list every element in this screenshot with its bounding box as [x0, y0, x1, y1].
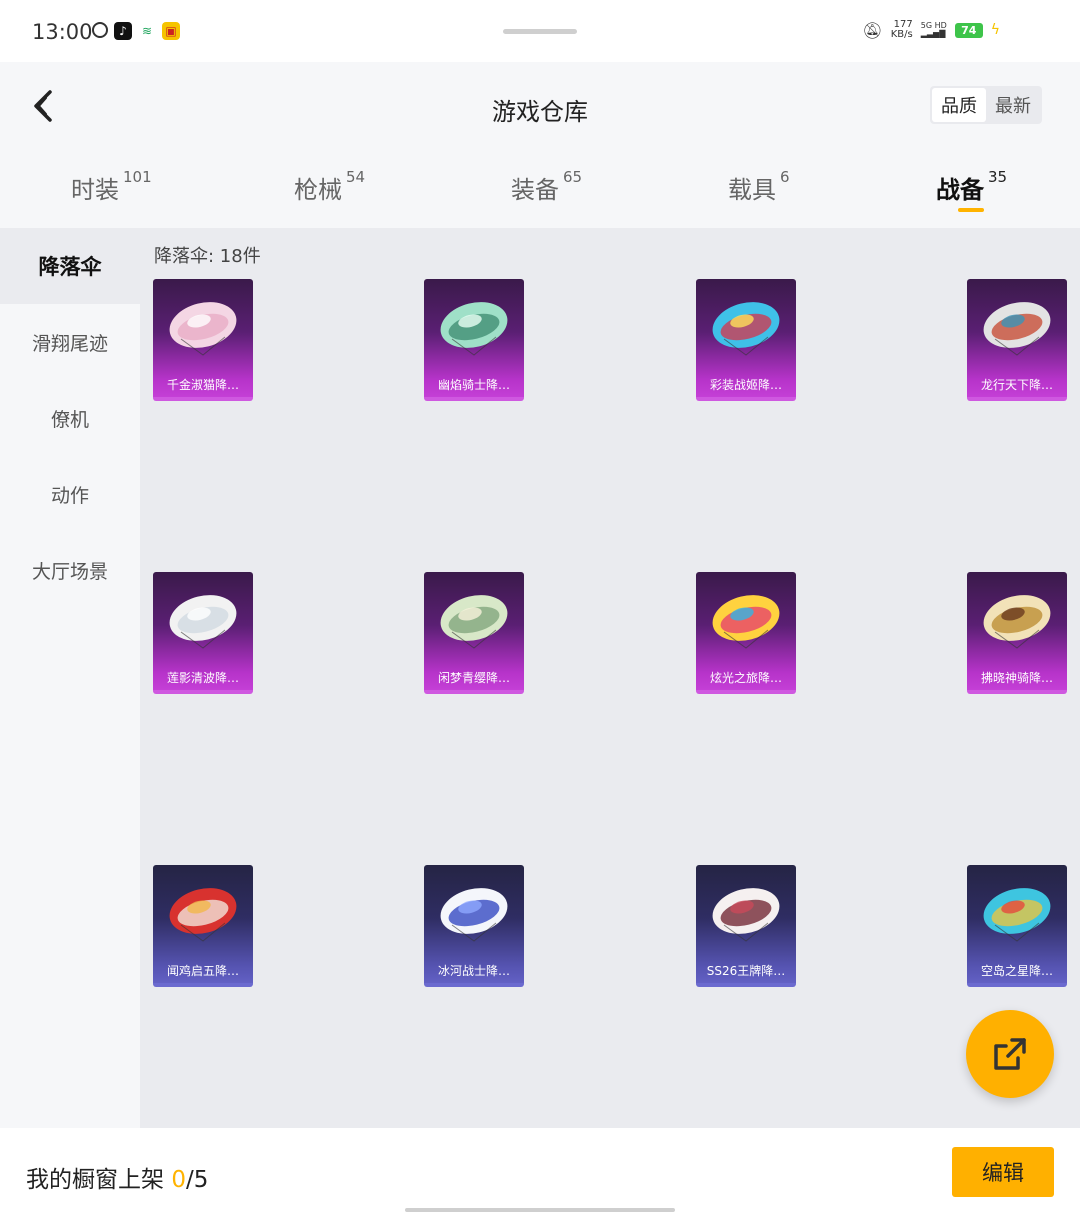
parachute-card-name: 拂晓神骑降… [980, 671, 1053, 685]
showcase-max-count: 5 [193, 1167, 209, 1193]
parachute-card-name: 空岛之星降… [980, 964, 1053, 978]
external-link-icon [994, 1038, 1026, 1070]
parachute-thumbnail [712, 595, 780, 649]
parachute-thumbnail [712, 888, 780, 942]
showcase-current-count: 0 [171, 1167, 186, 1193]
app-header: 游戏仓库 品质 最新 [0, 62, 1080, 152]
parachute-thumbnail [169, 595, 237, 649]
parachute-card[interactable]: 拂晓神骑降… [967, 572, 1067, 694]
parachute-card[interactable]: 闲梦青缨降… [424, 572, 524, 694]
parachute-card[interactable]: 闻鸡启五降… [153, 865, 253, 987]
sort-toggle: 品质 最新 [930, 86, 1042, 124]
parachute-thumbnail [440, 595, 508, 649]
share-button[interactable] [966, 1010, 1054, 1098]
active-tab-indicator [958, 208, 984, 212]
sidebar: 降落伞 滑翔尾迹 僚机 动作 大厅场景 [0, 228, 140, 1128]
wave-icon: ≋ [141, 24, 153, 38]
item-grid: 降落伞: 18件 千金淑猫降… 幽焰骑士降… 彩装战姬降… 龙行天下降… 莲影清波降… 闲… [140, 228, 1080, 1128]
home-indicator [405, 1208, 675, 1212]
signal-icon: 5G HD ▂▃▅▇ [920, 21, 947, 38]
status-right: 🔕︎ 177 KB/s 5G HD ▂▃▅▇ 74 ϟ [862, 20, 1000, 40]
parachute-card-name: 炫光之旅降… [709, 671, 782, 685]
parachute-thumbnail [169, 888, 237, 942]
edit-button[interactable]: 编辑 [952, 1147, 1054, 1197]
tiktok-icon: ♪ [114, 22, 132, 40]
tab-war-prep[interactable]: 战备 35 [936, 168, 1007, 205]
tab-fashion[interactable]: 时装 101 [71, 168, 152, 205]
parachute-card[interactable]: 炫光之旅降… [696, 572, 796, 694]
category-tabs: 时装 101 枪械 54 装备 65 载具 6 战备 35 [0, 152, 1080, 228]
parachute-thumbnail [983, 888, 1051, 942]
sidebar-item-lobby-scene[interactable]: 大厅场景 [0, 532, 140, 608]
app-notification-icon [92, 22, 108, 38]
net-speed: 177 KB/s [890, 19, 913, 40]
sidebar-item-emote[interactable]: 动作 [0, 456, 140, 532]
status-bar: 13:00 ♪ ≋ ▣ 🔕︎ 177 KB/s 5G HD ▂▃▅▇ 74 ϟ [0, 0, 1080, 62]
bottom-bar: 我的橱窗上架 0/5 编辑 [0, 1128, 1080, 1217]
parachute-card[interactable]: 龙行天下降… [967, 279, 1067, 401]
parachute-thumbnail [440, 888, 508, 942]
parachute-card-name: SS26王牌降… [706, 964, 786, 978]
parachute-card[interactable]: SS26王牌降… [696, 865, 796, 987]
parachute-card[interactable]: 幽焰骑士降… [424, 279, 524, 401]
status-time: 13:00 [32, 20, 93, 44]
parachute-card[interactable]: 彩装战姬降… [696, 279, 796, 401]
sort-quality-button[interactable]: 品质 [932, 88, 986, 122]
parachute-thumbnail [712, 302, 780, 356]
parachute-thumbnail [983, 302, 1051, 356]
showcase-status: 我的橱窗上架 0/5 [26, 1167, 209, 1193]
parachute-card-name: 闲梦青缨降… [437, 671, 510, 685]
charging-icon: ϟ [990, 22, 1000, 38]
notification-icons: ♪ ≋ ▣ [92, 22, 180, 40]
tab-equipment[interactable]: 装备 65 [511, 168, 582, 205]
parachute-card[interactable]: 冰河战士降… [424, 865, 524, 987]
parachute-card-name: 龙行天下降… [980, 378, 1053, 392]
mute-icon: 🔕︎ [862, 20, 883, 40]
parachute-card[interactable]: 千金淑猫降… [153, 279, 253, 401]
tab-vehicles[interactable]: 载具 6 [728, 168, 790, 205]
parachute-card-name: 冰河战士降… [437, 964, 510, 978]
parachute-thumbnail [440, 302, 508, 356]
game-notification-icon: ▣ [162, 22, 180, 40]
parachute-card-name: 幽焰骑士降… [437, 378, 510, 392]
sort-newest-button[interactable]: 最新 [986, 88, 1040, 122]
drag-handle[interactable] [503, 29, 577, 34]
parachute-thumbnail [169, 302, 237, 356]
parachute-thumbnail [983, 595, 1051, 649]
battery-icon: 74 [954, 22, 983, 38]
parachute-card-name: 彩装战姬降… [709, 378, 782, 392]
sidebar-item-glide-trail[interactable]: 滑翔尾迹 [0, 304, 140, 380]
parachute-card[interactable]: 莲影清波降… [153, 572, 253, 694]
page-title: 游戏仓库 [492, 98, 588, 126]
sidebar-item-wingman[interactable]: 僚机 [0, 380, 140, 456]
sidebar-item-parachute[interactable]: 降落伞 [0, 228, 140, 304]
tab-guns[interactable]: 枪械 54 [294, 168, 365, 205]
item-count-label: 降落伞: 18件 [154, 246, 261, 267]
parachute-card-name: 千金淑猫降… [166, 378, 239, 392]
parachute-card-name: 闻鸡启五降… [166, 964, 239, 978]
parachute-card-name: 莲影清波降… [166, 671, 239, 685]
parachute-card[interactable]: 空岛之星降… [967, 865, 1067, 987]
